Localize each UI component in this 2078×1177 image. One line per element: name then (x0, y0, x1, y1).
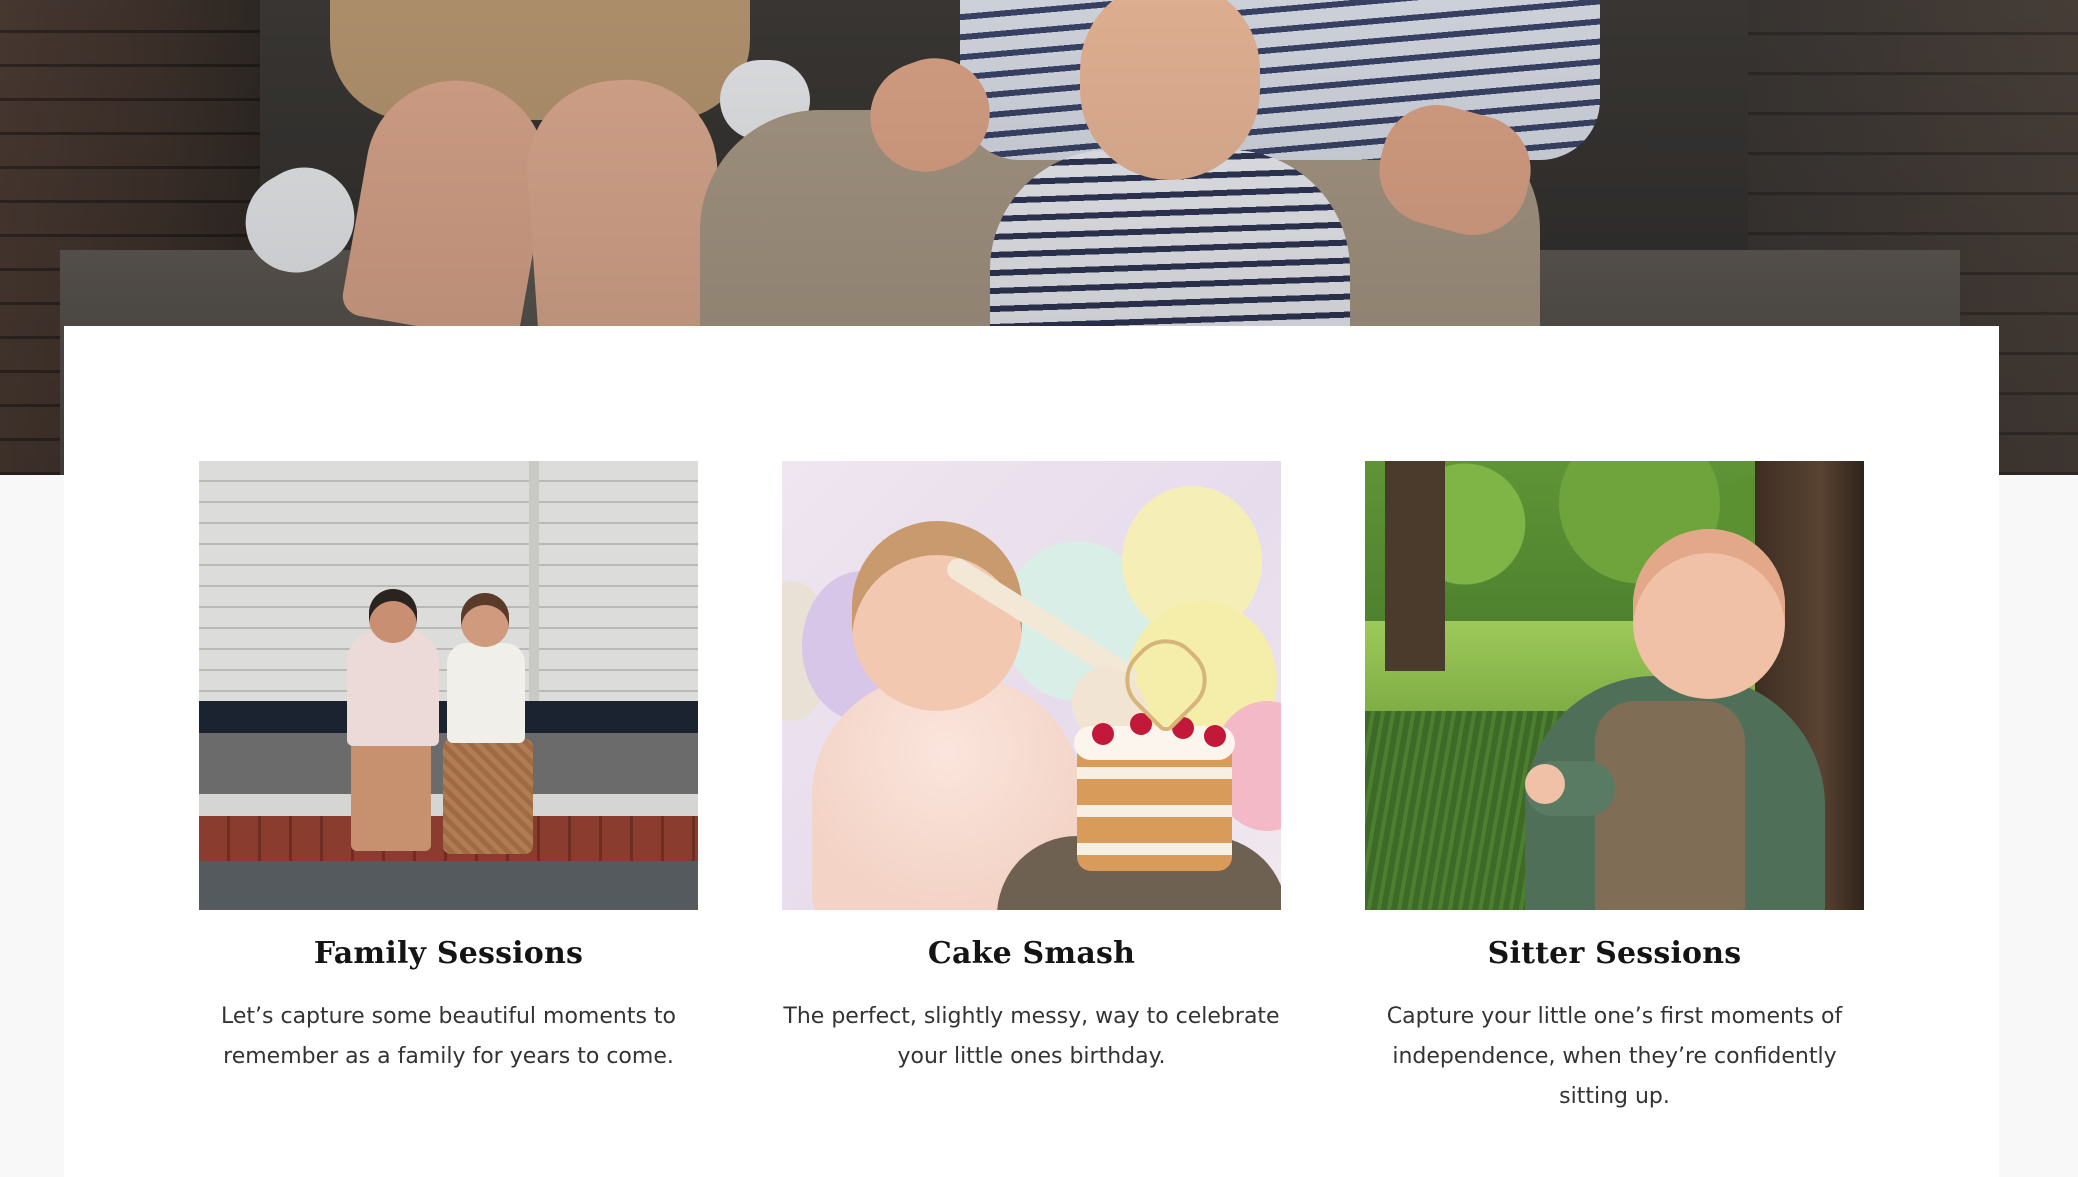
page: Family Sessions Let’s capture some beaut… (0, 0, 2078, 1177)
family-sessions-title[interactable]: Family Sessions (314, 936, 583, 971)
baby-overalls (1595, 701, 1745, 910)
cake-smash-description: The perfect, slightly messy, way to cele… (783, 1004, 1280, 1069)
woman-head (461, 593, 509, 647)
man-legs (351, 741, 431, 851)
session-cards: Family Sessions Let’s capture some beaut… (199, 461, 1864, 1117)
sessions-panel: Family Sessions Let’s capture some beaut… (64, 326, 1999, 1177)
man-head (369, 589, 417, 643)
family-sessions-description: Let’s capture some beautiful moments to … (221, 1004, 676, 1069)
wall-post (529, 461, 539, 701)
sitter-session-image[interactable] (1365, 461, 1864, 910)
baby-hand (1525, 764, 1565, 804)
session-card-family[interactable]: Family Sessions Let’s capture some beaut… (199, 461, 698, 1117)
man-figure (347, 631, 439, 746)
cake-smash-title[interactable]: Cake Smash (928, 936, 1135, 971)
session-card-cake-smash[interactable]: Cake Smash The perfect, slightly messy, … (782, 461, 1281, 1117)
session-card-sitter[interactable]: Sitter Sessions Capture your little one’… (1365, 461, 1864, 1117)
baby-head (1633, 529, 1785, 699)
raspberry (1204, 725, 1226, 747)
girl-head (852, 521, 1022, 711)
sitter-sessions-description: Capture your little one’s first moments … (1386, 1004, 1843, 1109)
woman-figure (447, 643, 525, 743)
family-session-image[interactable] (199, 461, 698, 910)
tree-trunk (1385, 461, 1445, 671)
ground (199, 861, 698, 910)
raspberry (1092, 723, 1114, 745)
cake-smash-image[interactable] (782, 461, 1281, 910)
sitter-sessions-title[interactable]: Sitter Sessions (1488, 936, 1742, 971)
woman-legs (443, 739, 533, 854)
layer-cake (1077, 741, 1232, 871)
